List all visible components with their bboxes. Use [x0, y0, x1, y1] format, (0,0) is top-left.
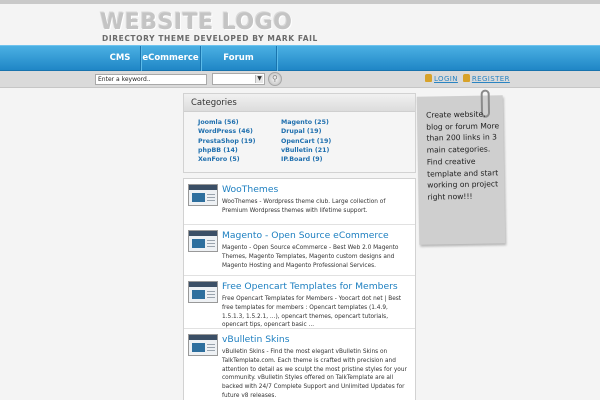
listing-description: WooThemes - Wordpress theme club. Large …	[222, 199, 386, 214]
category-link[interactable]: phpBB (14)	[198, 146, 256, 155]
category-link[interactable]: Joomla (56)	[198, 118, 256, 127]
category-link[interactable]: IP.Board (9)	[281, 155, 331, 164]
listing-thumbnail[interactable]	[188, 184, 218, 206]
listing-title[interactable]: WooThemes	[222, 184, 278, 195]
categories-panel: Categories Joomla (56) WordPress (46) Pr…	[183, 93, 416, 173]
category-link[interactable]: Magento (25)	[281, 118, 331, 127]
nav-item-ecommerce[interactable]: eCommerce	[141, 46, 200, 71]
list-item: vBulletin Skins vBulletin Skins - Find t…	[184, 329, 415, 400]
categories-left-column: Joomla (56) WordPress (46) PrestaShop (1…	[198, 118, 256, 164]
listing-panel: WooThemes WooThemes - Wordpress theme cl…	[183, 178, 416, 400]
site-tagline: DIRECTORY THEME DEVELOPED BY MARK FAIL	[102, 34, 318, 43]
promo-note: Create website, blog or forum More than …	[416, 89, 506, 245]
search-icon: ⚲	[272, 74, 278, 83]
auth-links: LOGIN REGISTER	[425, 74, 515, 84]
listing-title[interactable]: vBulletin Skins	[222, 334, 290, 345]
promo-note-text: Create website, blog or forum More than …	[425, 109, 500, 202]
lock-icon	[425, 74, 432, 82]
category-link[interactable]: XenForo (5)	[198, 155, 256, 164]
search-button[interactable]: ⚲	[268, 72, 282, 86]
listing-thumbnail[interactable]	[188, 281, 218, 303]
listing-thumbnail[interactable]	[188, 334, 218, 356]
categories-title: Categories	[184, 94, 415, 112]
search-input[interactable]	[95, 74, 207, 85]
nav-item-cms[interactable]: CMS	[100, 46, 140, 71]
register-link[interactable]: REGISTER	[472, 75, 510, 83]
list-item: WooThemes WooThemes - Wordpress theme cl…	[184, 179, 415, 225]
category-select[interactable]: ▼	[212, 73, 265, 85]
listing-description: Free Opencart Templates for Members - Yo…	[222, 296, 402, 329]
listing-title[interactable]: Free Opencart Templates for Members	[222, 281, 398, 292]
nav-item-forum-templates[interactable]: Forum Templates	[201, 46, 276, 88]
category-link[interactable]: WordPress (46)	[198, 127, 256, 136]
listing-description: Magento - Open Source eCommerce - Best W…	[222, 245, 399, 269]
category-link[interactable]: OpenCart (19)	[281, 137, 331, 146]
user-icon	[462, 74, 470, 82]
category-link[interactable]: PrestaShop (19)	[198, 137, 256, 146]
chevron-down-icon: ▼	[255, 75, 263, 83]
main-navigation: CMS eCommerce Forum Templates	[0, 45, 600, 88]
listing-description: vBulletin Skins - Find the most elegant …	[222, 349, 407, 399]
list-item: Magento - Open Source eCommerce Magento …	[184, 225, 415, 276]
categories-right-column: Magento (25) Drupal (19) OpenCart (19) v…	[281, 118, 331, 164]
category-link[interactable]: Drupal (19)	[281, 127, 331, 136]
listing-title[interactable]: Magento - Open Source eCommerce	[222, 230, 389, 241]
nav-divider	[276, 46, 277, 71]
listing-thumbnail[interactable]	[188, 230, 218, 252]
login-link[interactable]: LOGIN	[434, 75, 458, 83]
top-strip	[0, 0, 600, 4]
list-item: Free Opencart Templates for Members Free…	[184, 276, 415, 329]
website-logo[interactable]: WEBSITE LOGO	[100, 10, 292, 35]
category-link[interactable]: vBulletin (21)	[281, 146, 331, 155]
